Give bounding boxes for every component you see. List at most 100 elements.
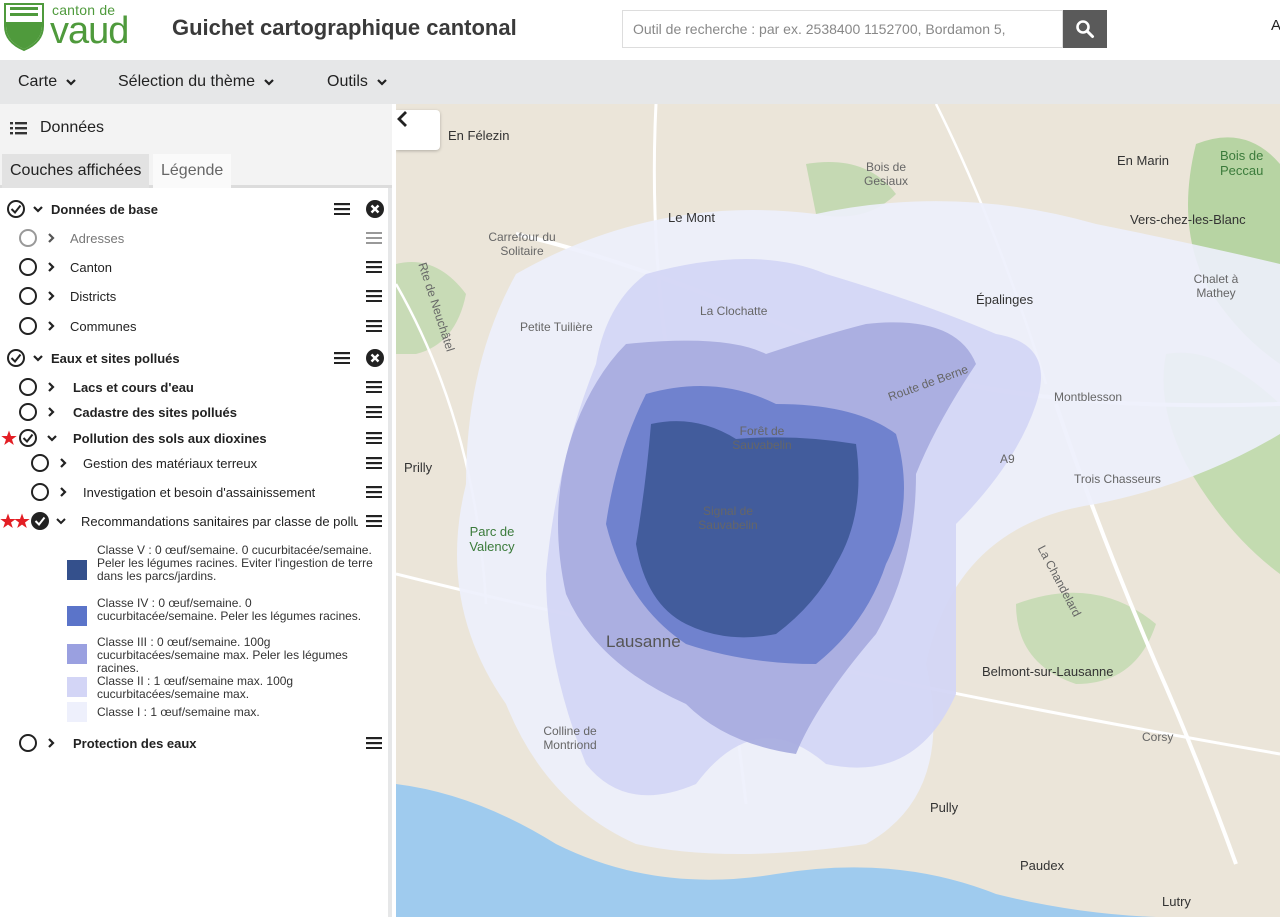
unchecked-circle-icon[interactable] <box>18 402 38 422</box>
layer-label: Pollution des sols aux dioxines <box>73 430 267 446</box>
unchecked-circle-icon[interactable] <box>18 377 38 397</box>
chevron-down-icon[interactable] <box>46 432 58 444</box>
map-label: Forêt de Sauvabelin <box>732 424 792 452</box>
layer-label: Investigation et besoin d'assainissement <box>83 484 316 500</box>
hamburger-icon[interactable] <box>366 406 382 418</box>
map-label: Chalet à Mathey <box>1193 272 1239 300</box>
chevron-right-icon[interactable] <box>58 457 68 469</box>
hamburger-icon[interactable] <box>366 457 382 469</box>
layer-gestion-materiaux-terreux[interactable]: Gestion des matériaux terreux <box>0 450 388 476</box>
hamburger-icon[interactable] <box>366 261 382 273</box>
hamburger-icon[interactable] <box>334 203 350 215</box>
chevron-down-icon[interactable] <box>32 352 44 364</box>
layer-cadastre-sites-pollues[interactable]: Cadastre des sites pollués <box>0 399 388 425</box>
map-label: Trois Chasseurs <box>1074 472 1161 486</box>
map-label: Prilly <box>404 460 433 475</box>
chevron-down-icon[interactable] <box>55 515 67 527</box>
unchecked-circle-icon[interactable] <box>18 257 38 277</box>
logo-big-text: vaud <box>50 10 129 52</box>
map-label: Épalinges <box>976 292 1034 307</box>
layer-districts[interactable]: Districts <box>0 283 388 309</box>
menu-carte[interactable]: Carte <box>18 60 77 104</box>
map-label: Montblesson <box>1054 390 1123 404</box>
map-label: Parc de Valency <box>469 524 515 554</box>
map-label: Signal de Sauvabelin <box>698 504 758 532</box>
chevron-right-icon[interactable] <box>46 381 56 393</box>
tab-couches-affichees[interactable]: Couches affichées <box>2 154 150 188</box>
map-label: Petite Tuilière <box>520 320 593 334</box>
chevron-down-icon <box>264 79 274 86</box>
menubar: Carte Sélection du thème Outils <box>0 60 1280 104</box>
layer-recommandations-sanitaires[interactable]: Recommandations sanitaires par classe de… <box>0 508 388 534</box>
star-icon <box>1 430 17 445</box>
search-input[interactable] <box>622 10 1063 48</box>
search-button[interactable] <box>1063 10 1107 48</box>
unchecked-circle-icon[interactable] <box>18 316 38 336</box>
menu-selection-theme-label: Sélection du thème <box>118 73 255 90</box>
chevron-right-icon[interactable] <box>46 232 56 244</box>
collapse-sidebar-button[interactable] <box>396 110 440 150</box>
tab-legende[interactable]: Légende <box>153 154 232 188</box>
user-menu-letter[interactable]: A <box>1271 17 1280 34</box>
checked-circle-icon[interactable] <box>6 348 26 368</box>
unchecked-circle-icon[interactable] <box>18 228 38 248</box>
hamburger-icon[interactable] <box>334 352 350 364</box>
hamburger-icon[interactable] <box>366 515 382 527</box>
layer-lacs-cours-eau[interactable]: Lacs et cours d'eau <box>0 374 388 400</box>
checked-circle-icon[interactable] <box>18 428 38 448</box>
layer-label: Adresses <box>70 230 125 246</box>
sidebar-title: Données <box>40 119 105 136</box>
layer-canton[interactable]: Canton <box>0 254 388 280</box>
layer-protection-eaux[interactable]: Protection des eaux <box>0 730 388 756</box>
map-label: Corsy <box>1142 730 1174 744</box>
layer-adresses[interactable]: Adresses <box>0 225 388 251</box>
chevron-right-icon[interactable] <box>58 486 68 498</box>
map-canvas[interactable]: En Félezin Bois de Gesiaux En Marin Bois… <box>396 104 1280 917</box>
legend-text: Classe III : 0 œuf/semaine. 100g cucurbi… <box>97 635 348 675</box>
checked-circle-icon[interactable] <box>6 199 26 219</box>
layer-group-eaux-sites-pollues[interactable]: Eaux et sites pollués <box>0 345 388 371</box>
hamburger-icon[interactable] <box>366 232 382 244</box>
layer-communes[interactable]: Communes <box>0 313 388 339</box>
layer-group-donnees-de-base[interactable]: Données de base <box>0 196 388 222</box>
menu-carte-label: Carte <box>18 73 58 90</box>
chevron-right-icon[interactable] <box>46 320 56 332</box>
layers-sidebar: Données Couches affichées Légende Donnée… <box>0 104 392 917</box>
layer-pollution-dioxines[interactable]: Pollution des sols aux dioxines <box>0 425 388 451</box>
menu-selection-theme[interactable]: Sélection du thème <box>118 60 275 104</box>
layer-investigation-assainissement[interactable]: Investigation et besoin d'assainissement <box>0 479 388 505</box>
hamburger-icon[interactable] <box>366 320 382 332</box>
chevron-right-icon[interactable] <box>46 737 56 749</box>
sidebar-header: Données <box>0 104 392 152</box>
canton-vaud-logo[interactable]: canton de vaud <box>2 2 142 54</box>
hamburger-icon[interactable] <box>366 737 382 749</box>
search-icon <box>1076 20 1094 38</box>
chevron-down-icon[interactable] <box>32 203 44 215</box>
double-star-icon <box>0 513 30 528</box>
chevron-right-icon[interactable] <box>46 290 56 302</box>
chevron-left-icon <box>397 111 407 127</box>
map-label: En Marin <box>1117 153 1170 168</box>
legend-text: Classe V : 0 œuf/semaine. 0 cucurbitacée… <box>97 543 373 583</box>
unchecked-circle-icon[interactable] <box>30 453 50 473</box>
map-label: Bois de Peccau <box>1220 148 1264 178</box>
menu-outils[interactable]: Outils <box>327 60 388 104</box>
layer-label: Districts <box>70 288 117 304</box>
chevron-right-icon[interactable] <box>46 406 56 418</box>
unchecked-circle-icon[interactable] <box>18 733 38 753</box>
layer-label: Communes <box>70 318 137 334</box>
checked-circle-icon[interactable] <box>30 511 50 531</box>
remove-group-icon[interactable] <box>365 348 385 368</box>
map-label: Paudex <box>1020 858 1065 873</box>
remove-group-icon[interactable] <box>365 199 385 219</box>
hamburger-icon[interactable] <box>366 432 382 444</box>
legend-swatch <box>67 644 87 664</box>
layer-group-label: Eaux et sites pollués <box>51 350 180 366</box>
hamburger-icon[interactable] <box>366 381 382 393</box>
unchecked-circle-icon[interactable] <box>18 286 38 306</box>
unchecked-circle-icon[interactable] <box>30 482 50 502</box>
hamburger-icon[interactable] <box>366 290 382 302</box>
chevron-right-icon[interactable] <box>46 261 56 273</box>
hamburger-icon[interactable] <box>366 486 382 498</box>
map-label: A9 <box>1000 452 1015 466</box>
